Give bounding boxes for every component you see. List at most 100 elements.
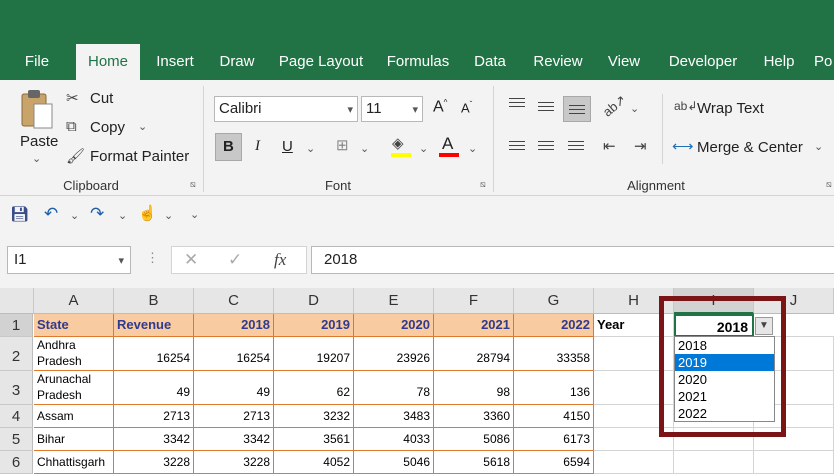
font-color-dropdown-icon[interactable]: ⌄ xyxy=(468,142,477,155)
bold-button[interactable]: B xyxy=(223,138,234,155)
header-cell-revenue[interactable]: Revenue xyxy=(114,314,194,337)
row-header-2[interactable]: 2 xyxy=(0,337,33,371)
fill-color-dropdown-icon[interactable]: ⌄ xyxy=(419,142,428,155)
font-size-dropdown-icon[interactable]: ▾ xyxy=(412,103,418,116)
value-cell[interactable]: 16254 xyxy=(194,337,274,371)
state-cell[interactable]: Chhattisgarh xyxy=(34,451,114,474)
formula-bar-resize-icon[interactable]: ⋮ xyxy=(146,250,159,266)
value-cell[interactable]: 16254 xyxy=(114,337,194,371)
value-cell[interactable]: 23926 xyxy=(354,337,434,371)
value-cell[interactable]: 4033 xyxy=(354,428,434,451)
empty-cell[interactable] xyxy=(594,451,674,474)
alignment-launcher-icon[interactable]: ⧅ xyxy=(826,179,832,190)
column-header-a[interactable]: A xyxy=(34,288,114,314)
tab-file[interactable]: File xyxy=(14,44,60,80)
select-all-corner[interactable] xyxy=(0,288,34,314)
column-header-d[interactable]: D xyxy=(274,288,354,314)
save-icon[interactable]: 💾︎ xyxy=(10,205,29,223)
touch-dropdown-icon[interactable]: ⌄ xyxy=(164,209,173,222)
tab-formulas[interactable]: Formulas xyxy=(380,44,456,80)
value-cell[interactable]: 98 xyxy=(434,371,514,405)
clipboard-launcher-icon[interactable]: ⧅ xyxy=(190,179,196,190)
orientation-dropdown-icon[interactable]: ⌄ xyxy=(630,102,639,115)
state-cell[interactable]: Arunachal Pradesh xyxy=(34,371,114,405)
customize-qat-icon[interactable]: ⌄ xyxy=(190,208,199,221)
font-name-box[interactable]: Calibri ▾ xyxy=(214,96,358,122)
top-align-icon[interactable] xyxy=(509,98,525,110)
tab-home[interactable]: Home xyxy=(76,44,140,80)
value-cell[interactable]: 19207 xyxy=(274,337,354,371)
undo-icon[interactable]: ↶ xyxy=(44,204,58,224)
header-cell-2021[interactable]: 2021 xyxy=(434,314,514,337)
header-cell-2022[interactable]: 2022 xyxy=(514,314,594,337)
tab-data[interactable]: Data xyxy=(466,44,514,80)
header-cell-2019[interactable]: 2019 xyxy=(274,314,354,337)
value-cell[interactable]: 2713 xyxy=(194,405,274,428)
state-cell[interactable]: Assam xyxy=(34,405,114,428)
row-header-6[interactable]: 6 xyxy=(0,451,33,474)
center-icon[interactable] xyxy=(538,141,554,153)
state-cell[interactable]: Bihar xyxy=(34,428,114,451)
tab-help[interactable]: Help xyxy=(756,44,802,80)
borders-dropdown-icon[interactable]: ⌄ xyxy=(360,142,369,155)
header-cell-2020[interactable]: 2020 xyxy=(354,314,434,337)
value-cell[interactable]: 49 xyxy=(114,371,194,405)
header-cell-state[interactable]: State xyxy=(34,314,114,337)
tab-view[interactable]: View xyxy=(600,44,648,80)
value-cell[interactable]: 2713 xyxy=(114,405,194,428)
value-cell[interactable]: 3228 xyxy=(114,451,194,474)
state-cell[interactable]: Andhra Pradesh xyxy=(34,337,114,371)
value-cell[interactable]: 33358 xyxy=(514,337,594,371)
value-cell[interactable]: 62 xyxy=(274,371,354,405)
fill-color-icon[interactable]: ◈ xyxy=(392,134,404,152)
empty-cell[interactable] xyxy=(674,451,754,474)
formula-input[interactable]: 2018 xyxy=(311,246,834,274)
value-cell[interactable]: 4150 xyxy=(514,405,594,428)
row-header-1[interactable]: 1 xyxy=(0,314,33,337)
value-cell[interactable]: 3483 xyxy=(354,405,434,428)
align-right-icon[interactable] xyxy=(568,141,584,153)
merge-dropdown-icon[interactable]: ⌄ xyxy=(814,140,823,153)
shrink-font-button[interactable]: Aˇ xyxy=(461,100,472,115)
redo-dropdown-icon[interactable]: ⌄ xyxy=(118,209,127,222)
value-cell[interactable]: 78 xyxy=(354,371,434,405)
middle-align-icon[interactable] xyxy=(538,102,554,114)
value-cell[interactable]: 5618 xyxy=(434,451,514,474)
italic-button[interactable]: I xyxy=(255,138,260,155)
value-cell[interactable]: 3232 xyxy=(274,405,354,428)
redo-icon[interactable]: ↷ xyxy=(90,204,104,224)
orientation-icon[interactable]: ab↗ xyxy=(600,92,630,121)
merge-center-button[interactable]: Merge & Center xyxy=(697,139,803,156)
enter-icon[interactable]: ✓ xyxy=(228,250,242,270)
tab-power-pivot[interactable]: Po xyxy=(814,44,834,80)
tab-insert[interactable]: Insert xyxy=(148,44,202,80)
value-cell[interactable]: 3342 xyxy=(114,428,194,451)
value-cell[interactable]: 5046 xyxy=(354,451,434,474)
name-box[interactable]: I1 ▾ xyxy=(7,246,131,274)
font-size-box[interactable]: 11 ▾ xyxy=(361,96,423,122)
decrease-indent-icon[interactable]: ⇤ xyxy=(603,137,616,155)
cancel-icon[interactable]: ✕ xyxy=(184,250,198,270)
copy-button[interactable]: Copy xyxy=(90,119,125,136)
paste-icon[interactable] xyxy=(18,88,56,134)
row-header-4[interactable]: 4 xyxy=(0,405,33,428)
cut-button[interactable]: Cut xyxy=(90,90,113,107)
bottom-align-icon[interactable] xyxy=(569,105,585,117)
header-cell-2018[interactable]: 2018 xyxy=(194,314,274,337)
column-header-c[interactable]: C xyxy=(194,288,274,314)
value-cell[interactable]: 3342 xyxy=(194,428,274,451)
column-header-b[interactable]: B xyxy=(114,288,194,314)
empty-cell[interactable] xyxy=(754,451,834,474)
align-left-icon[interactable] xyxy=(509,141,525,153)
row-header-5[interactable]: 5 xyxy=(0,428,33,451)
value-cell[interactable]: 5086 xyxy=(434,428,514,451)
value-cell[interactable]: 3561 xyxy=(274,428,354,451)
value-cell[interactable]: 3228 xyxy=(194,451,274,474)
underline-button[interactable]: U xyxy=(282,138,293,155)
value-cell[interactable]: 6594 xyxy=(514,451,594,474)
tab-page-layout[interactable]: Page Layout xyxy=(272,44,370,80)
undo-dropdown-icon[interactable]: ⌄ xyxy=(70,209,79,222)
copy-dropdown-icon[interactable]: ⌄ xyxy=(138,120,147,133)
paste-dropdown-icon[interactable]: ⌄ xyxy=(32,152,41,165)
column-header-f[interactable]: F xyxy=(434,288,514,314)
